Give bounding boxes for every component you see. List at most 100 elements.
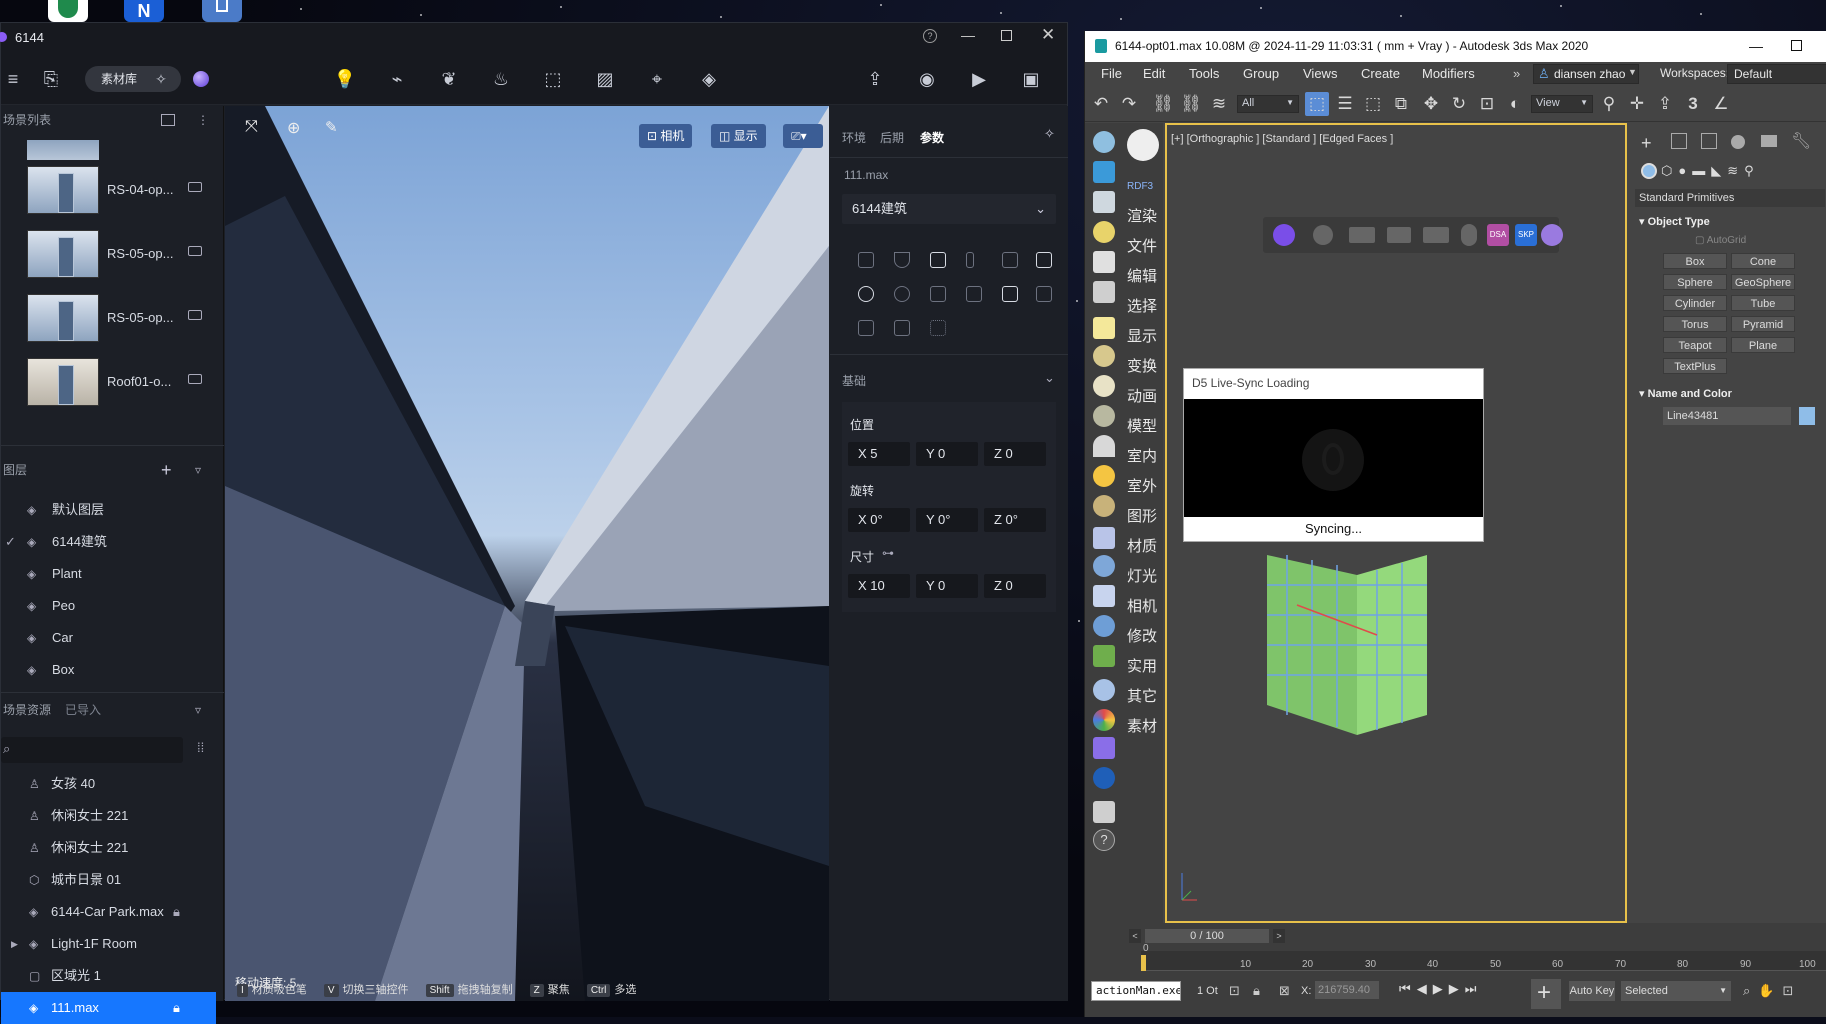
cn-menu-item[interactable]: 灯光 bbox=[1127, 565, 1157, 586]
layer-item[interactable]: ◈ 默认图层 bbox=[1, 494, 224, 526]
user-dropdown[interactable]: ♙ diansen zhao ▼ bbox=[1533, 64, 1639, 84]
model-icon[interactable]: ⬚ bbox=[541, 67, 565, 91]
gear-sphere-icon[interactable] bbox=[1093, 615, 1115, 637]
resource-item[interactable]: ♙ 休闲女士 221 bbox=[1, 832, 224, 864]
category-icons[interactable]: ⬡●▬◣≋⚲ bbox=[1661, 163, 1760, 179]
group-icon[interactable] bbox=[1036, 286, 1052, 302]
cn-menu-item[interactable]: 相机 bbox=[1127, 595, 1157, 616]
particles-icon[interactable] bbox=[1093, 527, 1115, 549]
flower-icon[interactable] bbox=[1541, 224, 1563, 246]
help-icon[interactable]: ? bbox=[923, 29, 937, 43]
add-scene-icon[interactable] bbox=[161, 114, 175, 126]
workspaces-dropdown[interactable]: Default bbox=[1727, 64, 1826, 84]
color-icon[interactable] bbox=[1093, 709, 1115, 731]
resource-item[interactable]: ▢ 区域光 1 bbox=[1, 960, 224, 992]
overflow-icon[interactable]: » bbox=[1513, 66, 1520, 81]
utilities-tab-icon[interactable]: 🔧︎ bbox=[1791, 131, 1811, 151]
display-tab-icon[interactable] bbox=[1761, 135, 1777, 147]
maxscript-listener[interactable]: actionMan.exe bbox=[1091, 981, 1181, 1001]
align-icon[interactable] bbox=[966, 252, 974, 268]
dome-icon[interactable] bbox=[1093, 345, 1115, 367]
select-manipulate-icon[interactable]: ✛ bbox=[1625, 92, 1649, 116]
snap-3d-icon[interactable]: 3 bbox=[1681, 92, 1705, 116]
menu-tools[interactable]: Tools bbox=[1189, 66, 1219, 81]
rotate-icon[interactable]: ↻ bbox=[1447, 92, 1471, 116]
name-color-header[interactable]: ▾ Name and Color bbox=[1639, 387, 1732, 400]
select-object-icon[interactable]: ⬚ bbox=[1305, 92, 1329, 116]
category-dropdown[interactable]: Standard Primitives bbox=[1635, 189, 1825, 207]
axis-tool-icon[interactable]: ⤧ bbox=[245, 118, 258, 136]
cn-menu-item[interactable]: 编辑 bbox=[1127, 265, 1157, 286]
light-bulb-icon[interactable]: 💡 bbox=[333, 67, 357, 91]
close-button[interactable]: ✕ bbox=[1041, 25, 1055, 45]
hierarchy-tab-icon[interactable] bbox=[1701, 133, 1717, 149]
minimize-button[interactable]: — bbox=[1749, 31, 1763, 62]
sparkle-icon[interactable]: ✧ bbox=[1044, 126, 1055, 142]
cn-menu-item[interactable]: 素材 bbox=[1127, 715, 1157, 736]
modify-tab-icon[interactable] bbox=[1671, 133, 1687, 149]
script-icon[interactable] bbox=[1093, 801, 1115, 823]
rot-y-field[interactable]: Y 0° bbox=[916, 508, 978, 532]
teapot-button[interactable]: Teapot bbox=[1663, 337, 1727, 353]
vray-icon[interactable] bbox=[1093, 767, 1115, 789]
pin-icon[interactable]: ⌖ bbox=[645, 67, 669, 91]
resource-item[interactable]: ▶ ◈ Light-1F Room bbox=[1, 928, 224, 960]
video-icon[interactable]: ▶ bbox=[967, 67, 991, 91]
folder-icon[interactable] bbox=[966, 286, 982, 302]
grass-icon[interactable] bbox=[1093, 645, 1115, 667]
box-button[interactable]: Box bbox=[1663, 253, 1727, 269]
textplus-button[interactable]: TextPlus bbox=[1663, 358, 1727, 374]
next-frame-button[interactable]: > bbox=[1273, 929, 1285, 943]
layer-item[interactable]: ◈ Peo bbox=[1, 590, 224, 622]
scale-icon[interactable]: ⊡ bbox=[1475, 92, 1499, 116]
torus-button[interactable]: Torus bbox=[1663, 316, 1727, 332]
view-mode-button[interactable]: ⎚▾ bbox=[783, 124, 823, 148]
resource-item[interactable]: ♙ 女孩 40 bbox=[1, 768, 224, 800]
camera-icon[interactable] bbox=[188, 310, 202, 320]
ref-coord-dropdown[interactable]: View ▼ bbox=[1531, 95, 1593, 113]
light-icon[interactable] bbox=[1093, 221, 1115, 243]
camera-icon[interactable] bbox=[1387, 227, 1411, 243]
cn-menu-item[interactable]: 室内 bbox=[1127, 445, 1157, 466]
camera-icon[interactable] bbox=[188, 374, 202, 384]
keyboard-shortcut-icon[interactable]: ⇪ bbox=[1653, 92, 1677, 116]
viewport-label[interactable]: [+] [Orthographic ] [Standard ] [Edged F… bbox=[1171, 133, 1393, 145]
create-tab-icon[interactable]: + bbox=[1641, 133, 1652, 154]
help-icon[interactable]: ? bbox=[1093, 829, 1115, 851]
sync-icon[interactable] bbox=[1313, 225, 1333, 245]
globe-icon[interactable] bbox=[1093, 679, 1115, 701]
cn-menu-item[interactable]: 文件 bbox=[1127, 235, 1157, 256]
cn-menu-item[interactable]: 动画 bbox=[1127, 385, 1157, 406]
grid-view-icon[interactable]: ⁞⁞ bbox=[197, 740, 204, 755]
sun-icon[interactable] bbox=[1093, 465, 1115, 487]
leaf-icon[interactable]: ❦ bbox=[437, 67, 461, 91]
share-icon[interactable] bbox=[1002, 286, 1018, 302]
cn-menu-item[interactable]: 图形 bbox=[1127, 505, 1157, 526]
resource-item[interactable]: ♙ 休闲女士 221 bbox=[1, 800, 224, 832]
rect-select-icon[interactable]: ⬚ bbox=[1361, 92, 1385, 116]
video-icon[interactable] bbox=[1349, 227, 1375, 243]
chevron-down-icon[interactable]: ▿ bbox=[195, 696, 201, 724]
add-icon[interactable] bbox=[1036, 252, 1052, 268]
cone-button[interactable]: Cone bbox=[1731, 253, 1795, 269]
lock-icon[interactable]: 🔒︎ bbox=[173, 992, 180, 1024]
helper-icon[interactable] bbox=[1093, 585, 1115, 607]
snap-icon[interactable] bbox=[930, 286, 946, 302]
basic-section-title[interactable]: 基础 bbox=[842, 372, 866, 389]
resource-item[interactable]: ⬡ 城市日景 01 bbox=[1, 864, 224, 896]
geosphere-button[interactable]: GeoSphere bbox=[1731, 274, 1795, 290]
cone-icon[interactable] bbox=[1093, 435, 1115, 457]
rotate-icon[interactable] bbox=[858, 286, 874, 302]
cn-menu-item[interactable]: 变换 bbox=[1127, 355, 1157, 376]
imported-tab[interactable]: 已导入 bbox=[65, 696, 101, 724]
lock-icon[interactable]: 🔒︎ bbox=[1253, 983, 1260, 999]
size-x-field[interactable]: X 10 bbox=[848, 574, 910, 598]
undo-icon[interactable]: ↶ bbox=[1089, 92, 1113, 116]
menu-modifiers[interactable]: Modifiers bbox=[1422, 66, 1475, 81]
redo-icon[interactable]: ↷ bbox=[1117, 92, 1141, 116]
terrain-icon[interactable]: ◈ bbox=[697, 67, 721, 91]
link-icon[interactable]: ⛓ bbox=[1151, 92, 1175, 116]
skp-icon[interactable]: SKP bbox=[1515, 224, 1537, 246]
scale-icon[interactable] bbox=[858, 320, 874, 336]
set-key-button[interactable]: + bbox=[1531, 979, 1561, 1009]
